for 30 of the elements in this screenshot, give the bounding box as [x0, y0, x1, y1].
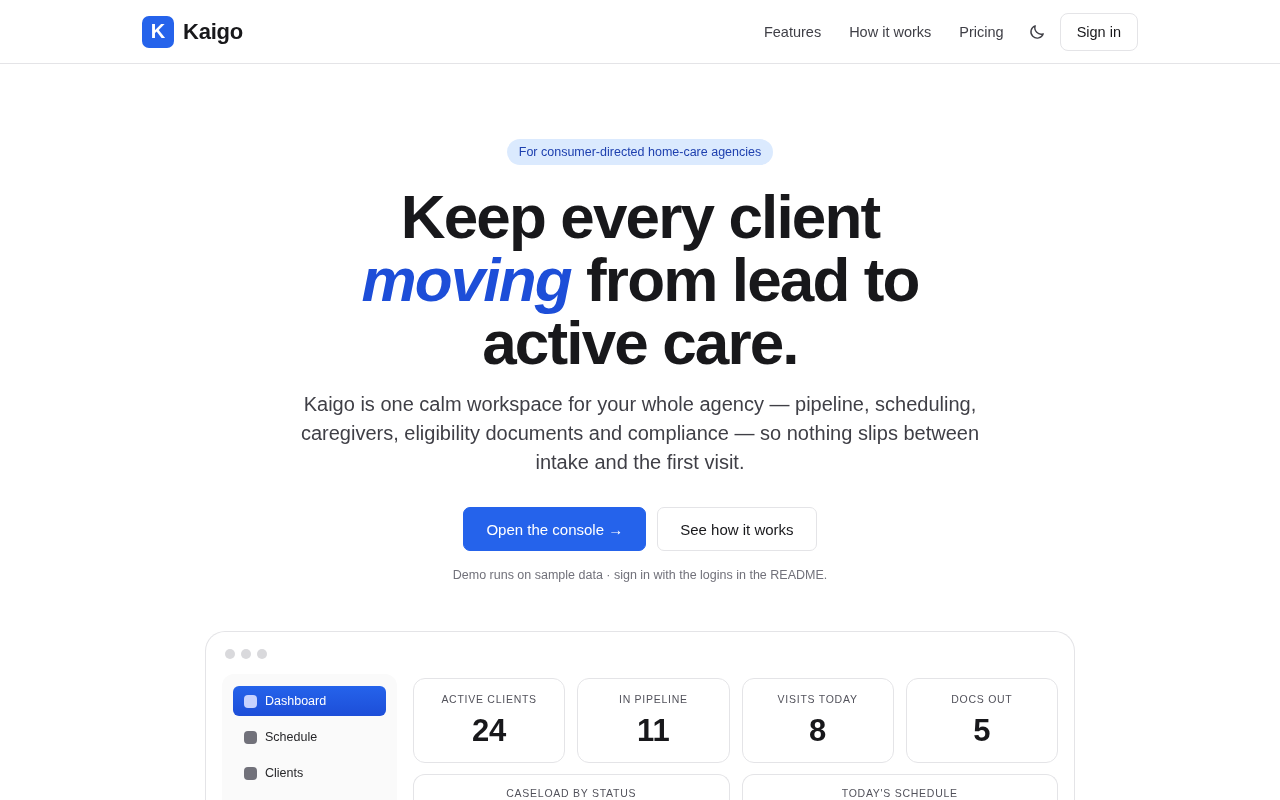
panel-title: CASELOAD BY STATUS — [506, 788, 637, 799]
stat-label: ACTIVE CLIENTS — [441, 693, 537, 705]
brand-name[interactable]: Kaigo — [183, 18, 243, 45]
sidebar-item-label: Dashboard — [265, 694, 327, 708]
nav-link[interactable]: Features — [763, 23, 822, 40]
window-dots-icon — [225, 649, 267, 659]
sidebar-item-label: Schedule — [265, 730, 318, 744]
sign-in-button[interactable]: Sign in — [1059, 12, 1138, 51]
stat-label: DOCS OUT — [951, 693, 1013, 705]
hero-headline: Keep every client moving from lead to active care. — [360, 185, 920, 374]
logo-mark[interactable]: K — [142, 15, 174, 48]
stat-value: 11 — [637, 714, 670, 748]
stat-label: IN PIPELINE — [619, 693, 688, 705]
stat-label: VISITS TODAY — [777, 693, 858, 705]
audience-badge: For consumer-directed home-care agencies — [506, 139, 774, 165]
demo-note: Demo runs on sample data · sign in with the logins in the README. — [452, 567, 828, 584]
stat-value: 24 — [471, 714, 507, 748]
sidebar-item[interactable]: Schedule — [233, 722, 386, 752]
stat-value: 8 — [809, 714, 827, 748]
hero-subtitle: Kaigo is one calm workspace for your whole agency — pipeline, scheduling, caregivers, eligibility documents and compliance — so nothing slips between intake and the first visit. — [299, 392, 981, 475]
moon-icon[interactable] — [1028, 23, 1045, 40]
how-it-works-button[interactable]: See how it works — [657, 507, 817, 551]
stat-value: 5 — [973, 714, 991, 748]
nav-link[interactable]: Pricing — [959, 23, 1004, 40]
panel-title: TODAY'S SCHEDULE — [841, 788, 958, 799]
sidebar-item[interactable]: Dashboard — [233, 686, 386, 716]
nav-link[interactable]: How it works — [849, 23, 932, 40]
sidebar-item-label: Clients — [265, 766, 304, 780]
sidebar-item[interactable]: Clients — [233, 758, 386, 788]
open-console-button[interactable]: Open the console → — [463, 507, 647, 551]
